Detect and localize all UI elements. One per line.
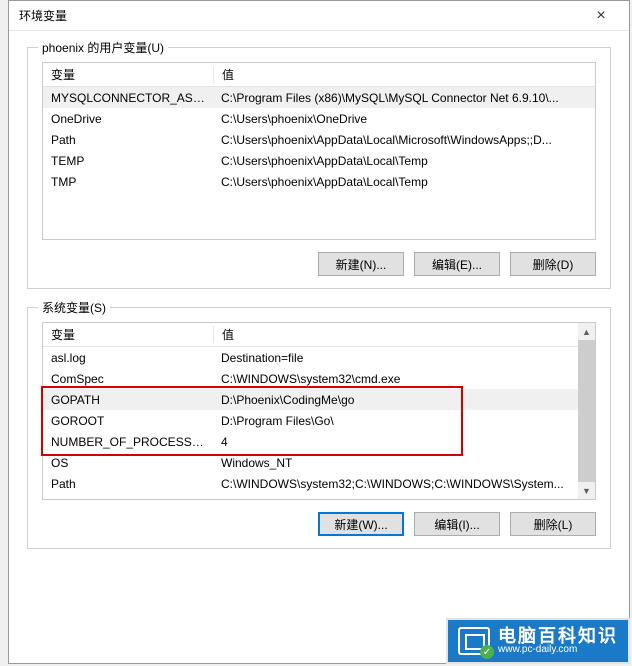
cell-val: D:\Program Files\Go\ (213, 414, 578, 428)
watermark-main: 电脑百科知识 (498, 627, 618, 645)
table-row[interactable]: ComSpec C:\WINDOWS\system32\cmd.exe (43, 368, 578, 389)
header-value: 值 (213, 326, 578, 343)
header-variable: 变量 (43, 326, 213, 343)
user-vars-header[interactable]: 变量 值 (43, 63, 595, 87)
table-row[interactable]: NUMBER_OF_PROCESSORS 4 (43, 431, 578, 452)
watermark-logo: 电脑百科知识 www.pc-daily.com (446, 618, 630, 664)
cell-val: C:\Users\phoenix\OneDrive (213, 112, 595, 126)
edit-button[interactable]: 编辑(I)... (414, 512, 500, 536)
cell-var: OneDrive (43, 112, 213, 126)
header-variable: 变量 (43, 66, 213, 83)
user-vars-title: phoenix 的用户变量(U) (38, 39, 168, 56)
cell-var: NUMBER_OF_PROCESSORS (43, 435, 213, 449)
monitor-icon (458, 627, 490, 655)
cell-val: C:\Users\phoenix\AppData\Local\Temp (213, 154, 595, 168)
user-vars-table: 变量 值 MYSQLCONNECTOR_ASS... C:\Program Fi… (42, 62, 596, 240)
cell-val: C:\Program Files (x86)\MySQL\MySQL Conne… (213, 91, 595, 105)
cell-var: GOROOT (43, 414, 213, 428)
cell-var: Path (43, 477, 213, 491)
sys-vars-group: 系统变量(S) 变量 值 asl.log Destination=file Co… (27, 307, 611, 549)
user-vars-group: phoenix 的用户变量(U) 变量 值 MYSQLCONNECTOR_ASS… (27, 47, 611, 289)
watermark-sub: www.pc-daily.com (498, 645, 618, 655)
scroll-thumb[interactable] (578, 340, 595, 482)
sys-vars-title: 系统变量(S) (38, 299, 110, 316)
user-vars-buttons: 新建(N)... 编辑(E)... 删除(D) (42, 252, 596, 276)
cell-val: D:\Phoenix\CodingMe\go (213, 393, 578, 407)
table-row[interactable]: GOPATH D:\Phoenix\CodingMe\go (43, 389, 578, 410)
cell-var: TMP (43, 175, 213, 189)
table-row[interactable]: TEMP C:\Users\phoenix\AppData\Local\Temp (43, 150, 595, 171)
cell-val: C:\WINDOWS\system32\cmd.exe (213, 372, 578, 386)
new-button[interactable]: 新建(W)... (318, 512, 404, 536)
titlebar: 环境变量 × (9, 1, 629, 31)
cell-var: GOPATH (43, 393, 213, 407)
edit-button[interactable]: 编辑(E)... (414, 252, 500, 276)
user-vars-body: MYSQLCONNECTOR_ASS... C:\Program Files (… (43, 87, 595, 192)
close-icon[interactable]: × (581, 3, 621, 29)
header-value: 值 (213, 66, 595, 83)
scroll-down-icon[interactable]: ▼ (578, 482, 595, 499)
delete-button[interactable]: 删除(L) (510, 512, 596, 536)
sys-vars-buttons: 新建(W)... 编辑(I)... 删除(L) (42, 512, 596, 536)
table-row[interactable]: GOROOT D:\Program Files\Go\ (43, 410, 578, 431)
new-button[interactable]: 新建(N)... (318, 252, 404, 276)
cell-val: C:\Users\phoenix\AppData\Local\Temp (213, 175, 595, 189)
window-title: 环境变量 (19, 7, 67, 24)
table-row[interactable]: OneDrive C:\Users\phoenix\OneDrive (43, 108, 595, 129)
cell-var: asl.log (43, 351, 213, 365)
table-row[interactable]: asl.log Destination=file (43, 347, 578, 368)
cell-var: ComSpec (43, 372, 213, 386)
cell-var: OS (43, 456, 213, 470)
cell-var: Path (43, 133, 213, 147)
table-row[interactable]: Path C:\WINDOWS\system32;C:\WINDOWS;C:\W… (43, 473, 578, 494)
background-strip (0, 0, 8, 666)
vertical-scrollbar[interactable]: ▲ ▼ (578, 323, 595, 499)
cell-var: MYSQLCONNECTOR_ASS... (43, 91, 213, 105)
table-row[interactable]: MYSQLCONNECTOR_ASS... C:\Program Files (… (43, 87, 595, 108)
sys-vars-inner: 变量 值 asl.log Destination=file ComSpec C:… (43, 323, 578, 499)
sys-vars-table: 变量 值 asl.log Destination=file ComSpec C:… (42, 322, 596, 500)
scroll-up-icon[interactable]: ▲ (578, 323, 595, 340)
cell-var: TEMP (43, 154, 213, 168)
sys-vars-header[interactable]: 变量 值 (43, 323, 578, 347)
sys-vars-body: asl.log Destination=file ComSpec C:\WIND… (43, 347, 578, 494)
env-var-dialog: 环境变量 × phoenix 的用户变量(U) 变量 值 MYSQLCONNEC… (8, 0, 630, 664)
cell-val: C:\Users\phoenix\AppData\Local\Microsoft… (213, 133, 595, 147)
cell-val: C:\WINDOWS\system32;C:\WINDOWS;C:\WINDOW… (213, 477, 578, 491)
table-row[interactable]: Path C:\Users\phoenix\AppData\Local\Micr… (43, 129, 595, 150)
cell-val: Windows_NT (213, 456, 578, 470)
delete-button[interactable]: 删除(D) (510, 252, 596, 276)
table-row[interactable]: TMP C:\Users\phoenix\AppData\Local\Temp (43, 171, 595, 192)
cell-val: 4 (213, 435, 578, 449)
table-row[interactable]: OS Windows_NT (43, 452, 578, 473)
dialog-body: phoenix 的用户变量(U) 变量 值 MYSQLCONNECTOR_ASS… (9, 31, 629, 565)
cell-val: Destination=file (213, 351, 578, 365)
